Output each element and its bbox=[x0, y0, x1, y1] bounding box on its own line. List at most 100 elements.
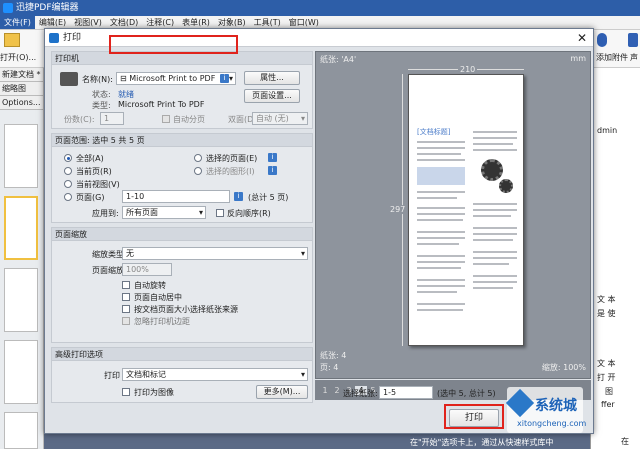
doc-bottom-text: 在"开始"选项卡上，通过从快速样式库中 bbox=[410, 438, 554, 447]
scale-type-select[interactable]: 无 bbox=[122, 247, 308, 260]
document-tab[interactable]: 新建文档 * bbox=[0, 68, 43, 82]
open-button[interactable]: 打开(O)... bbox=[0, 52, 36, 63]
doc-text: 文 本 bbox=[597, 295, 616, 304]
properties-button[interactable]: 属性... bbox=[244, 71, 300, 85]
audio-label[interactable]: 声 bbox=[630, 52, 638, 63]
text-line bbox=[473, 149, 517, 151]
info-icon[interactable]: i bbox=[268, 166, 277, 175]
attachment-icon[interactable] bbox=[597, 33, 607, 47]
text-line bbox=[473, 143, 513, 145]
text-line bbox=[417, 141, 465, 143]
type-label: 类型: bbox=[92, 101, 111, 110]
auto-center-checkbox[interactable] bbox=[122, 293, 130, 301]
auto-rotate-label: 自动旋转 bbox=[134, 281, 166, 290]
info-icon[interactable]: i bbox=[220, 74, 229, 83]
text-line bbox=[473, 233, 517, 235]
info-icon[interactable]: i bbox=[268, 153, 277, 162]
select-paper-note: (选中 5, 总计 5) bbox=[437, 389, 496, 398]
thumbnails-header: 缩略图 bbox=[0, 82, 43, 96]
range-all-radio[interactable] bbox=[64, 154, 72, 162]
doc-text: 打 开 bbox=[597, 373, 616, 382]
folder-icon[interactable] bbox=[4, 33, 20, 47]
watermark-brand: 系统城 bbox=[535, 398, 577, 414]
reverse-order-label: 反向顺序(R) bbox=[227, 209, 271, 218]
preview-height: 297 bbox=[390, 205, 406, 214]
text-line bbox=[473, 275, 517, 277]
text-line bbox=[417, 153, 461, 155]
range-current-radio[interactable] bbox=[64, 167, 72, 175]
print-preview: 纸张: 'A4' mm 210 297 [文档标题] 纸张: 4 页: 4 缩放… bbox=[315, 51, 591, 379]
print-what-select[interactable]: 文档和标记 bbox=[122, 368, 308, 381]
page-setup-button[interactable]: 页面设置... bbox=[244, 89, 300, 103]
selected-shapes-radio[interactable] bbox=[194, 167, 202, 175]
text-line bbox=[417, 255, 465, 257]
text-line bbox=[417, 231, 465, 233]
range-pages-radio[interactable] bbox=[64, 193, 72, 201]
print-as-image-checkbox[interactable] bbox=[122, 388, 130, 396]
doc-text: ffer bbox=[601, 400, 615, 409]
watermark-url: xitongcheng.com bbox=[517, 419, 587, 428]
reverse-order-checkbox[interactable] bbox=[216, 209, 224, 217]
text-line bbox=[473, 227, 517, 229]
page-scaling-header: 页面缩放 bbox=[52, 228, 312, 241]
page-thumbnail[interactable] bbox=[4, 124, 38, 188]
ignore-margins-checkbox[interactable] bbox=[122, 317, 130, 325]
pager-page[interactable]: 2 bbox=[331, 386, 343, 395]
text-line bbox=[417, 285, 465, 287]
pages-input[interactable]: 1-10 bbox=[122, 190, 230, 203]
text-line bbox=[473, 287, 513, 289]
page-thumbnail[interactable] bbox=[4, 196, 38, 260]
options-button[interactable]: Options... bbox=[0, 96, 43, 110]
printer-select[interactable]: ⊟ Microsoft Print to PDF bbox=[116, 72, 236, 85]
text-line bbox=[417, 213, 465, 215]
selected-pages-radio[interactable] bbox=[194, 154, 202, 162]
printer-name-value: Microsoft Print to PDF bbox=[129, 74, 216, 83]
page-thumbnail[interactable] bbox=[4, 340, 38, 404]
more-button[interactable]: 更多(M)... bbox=[256, 385, 308, 399]
left-panel: 新建文档 * 缩略图 Options... bbox=[0, 68, 44, 449]
select-paper-input[interactable]: 1-5 bbox=[379, 386, 433, 399]
preview-unit: mm bbox=[570, 54, 586, 63]
text-line bbox=[417, 219, 463, 221]
text-line bbox=[417, 237, 465, 239]
page-thumbnail[interactable] bbox=[4, 412, 38, 449]
auto-rotate-checkbox[interactable] bbox=[122, 281, 130, 289]
text-line bbox=[417, 261, 465, 263]
range-view-label: 当前视图(V) bbox=[76, 180, 120, 189]
preview-page-title: [文档标题] bbox=[417, 128, 451, 136]
text-line bbox=[473, 215, 511, 217]
text-line bbox=[417, 279, 465, 281]
text-line bbox=[417, 303, 465, 305]
audio-icon[interactable] bbox=[628, 33, 638, 47]
watermark-logo: 系统城 xitongcheng.com bbox=[505, 387, 587, 433]
preview-zoom: 缩放: 100% bbox=[541, 363, 586, 372]
document-canvas: dmin 文 本 是 使 文 本 打 开 图 ffer 在 bbox=[590, 68, 640, 449]
apply-to-select[interactable]: 所有页面 bbox=[122, 206, 206, 219]
page-zoom-input[interactable]: 100% bbox=[122, 263, 172, 276]
preview-page: [文档标题] bbox=[408, 74, 524, 346]
range-view-radio[interactable] bbox=[64, 180, 72, 188]
collate-label: 自动分页 bbox=[173, 115, 205, 124]
preview-width: 210 bbox=[458, 65, 478, 74]
text-line bbox=[473, 203, 517, 205]
collate-checkbox[interactable] bbox=[162, 115, 170, 123]
copies-input[interactable]: 1 bbox=[100, 112, 124, 125]
range-pages-label: 页面(G) bbox=[76, 193, 105, 202]
menu-file[interactable]: 文件(F) bbox=[0, 16, 35, 29]
pager-page[interactable]: 1 bbox=[319, 386, 331, 395]
range-current-label: 当前页(R) bbox=[76, 167, 112, 176]
duplex-select[interactable]: 自动 (无) bbox=[252, 112, 308, 125]
page-thumbnail[interactable] bbox=[4, 268, 38, 332]
doc-text: 在 bbox=[621, 437, 629, 446]
page-range-group: 页面范围: 选中 5 共 5 页 全部(A) 当前页(R) 当前视图(V) 页面… bbox=[51, 133, 313, 223]
apply-to-label: 应用到: bbox=[92, 209, 119, 218]
close-icon[interactable]: ✕ bbox=[577, 30, 587, 46]
add-attachment-label[interactable]: 添加附件 bbox=[596, 52, 628, 63]
text-line bbox=[417, 147, 465, 149]
page-range-header: 页面范围: 选中 5 共 5 页 bbox=[52, 134, 312, 147]
print-dialog: 打印 ✕ 打印机 名称(N): ⊟ Microsoft Print to PDF… bbox=[44, 28, 594, 434]
doc-text: 是 使 bbox=[597, 309, 616, 318]
paper-by-size-checkbox[interactable] bbox=[122, 305, 130, 313]
info-icon[interactable]: i bbox=[234, 192, 243, 201]
type-value: Microsoft Print To PDF bbox=[118, 100, 205, 109]
